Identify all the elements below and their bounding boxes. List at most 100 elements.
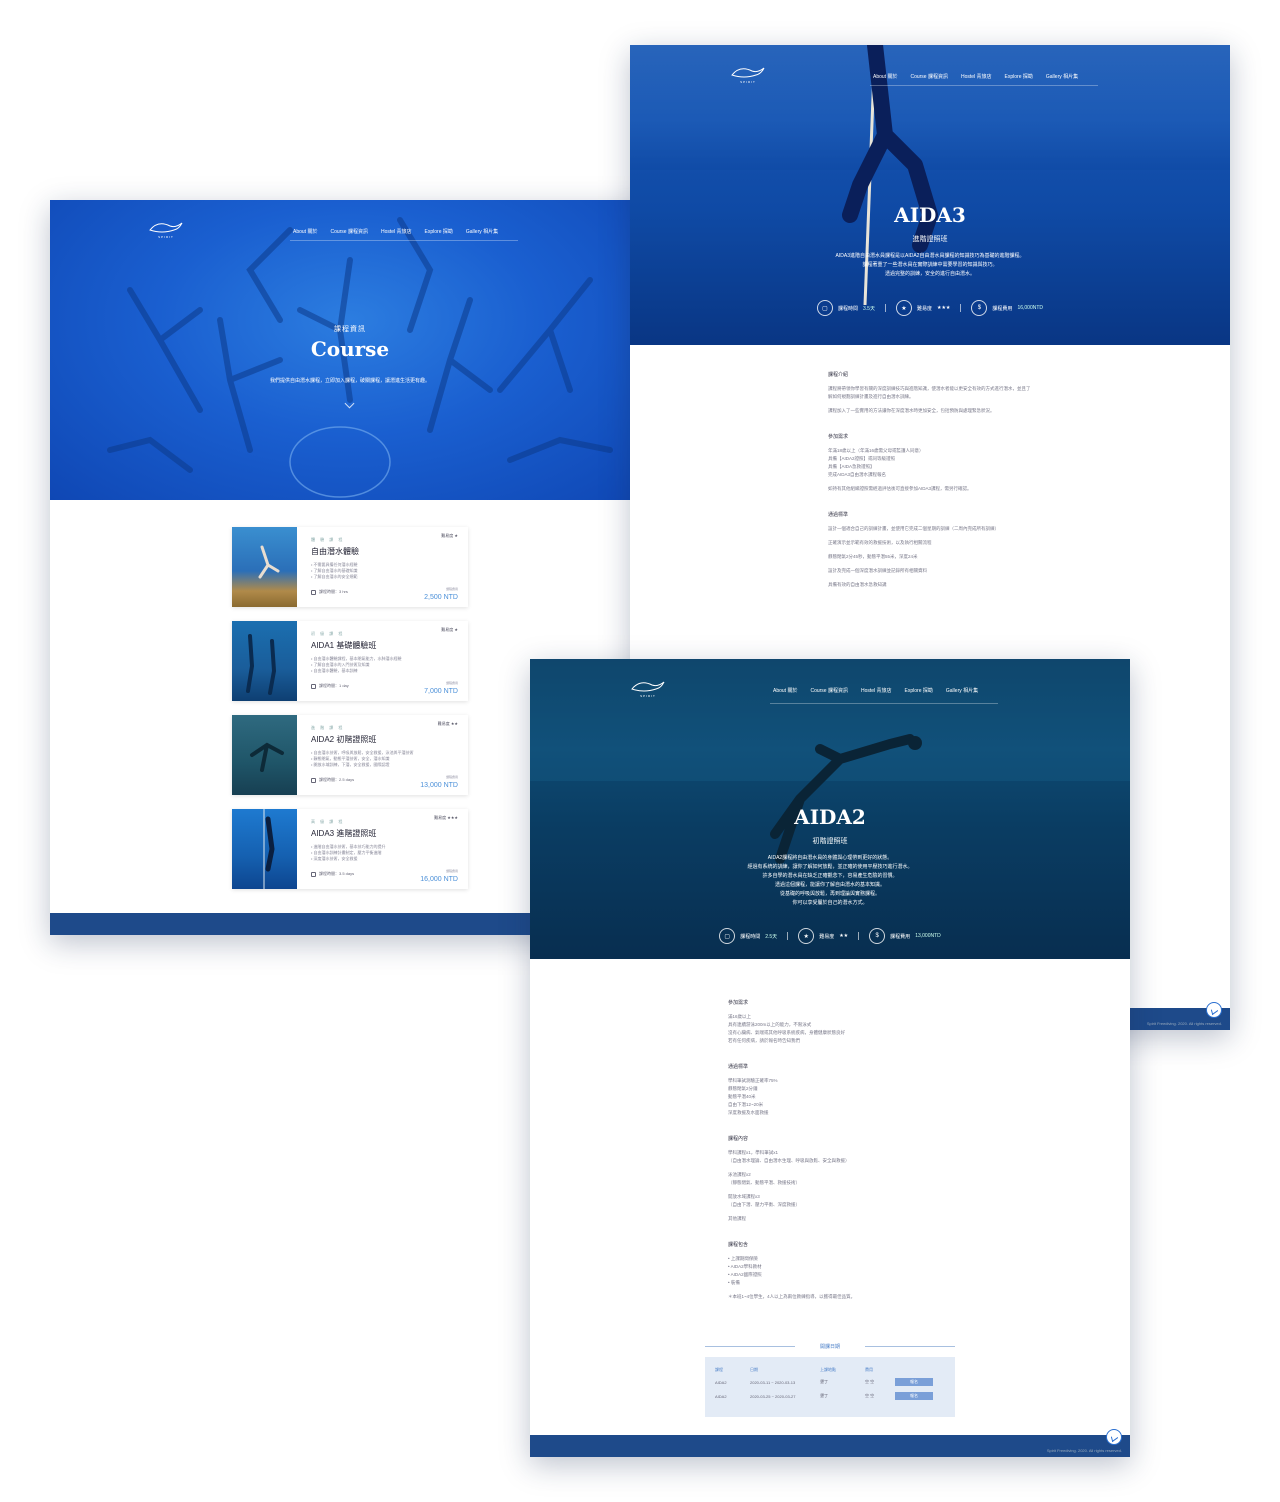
card-kicker: 初 級 課 程: [311, 631, 345, 636]
card-bullets: 自由潛水體驗課程，基本閉氣能力，水肺潛水經驗 了解自由潛水的入門技術及知識 自由…: [311, 656, 458, 674]
course-hero-text: 課程資訊 Course 我們提供自由潛水課程，立即加入課程，破關課程，讓潛進生活…: [50, 324, 650, 384]
section-text: 泳池課程x2: [728, 1172, 751, 1177]
section-text: • 裝備: [728, 1280, 740, 1285]
copyright: Spirit Freediving. 2020. All rights rese…: [1046, 1448, 1122, 1453]
nav-about[interactable]: About 關於: [873, 73, 897, 80]
nav-explore[interactable]: Explore 探勘: [425, 228, 453, 235]
section-text: 靜態閉氣2分鐘: [728, 1086, 758, 1091]
aida2-subtitle: 初階證照班: [812, 838, 848, 845]
divider: [858, 932, 860, 940]
nav-course[interactable]: Course 課程資訊: [810, 687, 848, 694]
nav-hostel[interactable]: Hostel 青旅店: [861, 687, 892, 694]
course-kicker: 課程資訊: [334, 326, 366, 333]
stat-duration: ▢ 課程時間 2.5天: [719, 928, 777, 944]
aida3-stats: ▢ 課程時間 3.5天 ★ 難易度 ★★★ $ 課程費用 16,000NTD: [630, 300, 1230, 316]
section-text: 課程加入了一些實用的方法讓你在深度潛水時更加安全，包括預防與處理緊急狀況。: [828, 408, 995, 413]
card-title: AIDA2 初階證照班: [311, 735, 377, 744]
card-image: [232, 621, 297, 701]
logo[interactable]: SPIRIT: [630, 679, 666, 698]
nav-course[interactable]: Course 課程資訊: [330, 228, 368, 235]
aida2-title: AIDA2: [794, 805, 866, 829]
card-image: [232, 527, 297, 607]
aida3-hero-text: AIDA3 進階證照班 AIDA3進階自由潛水員課程是以AIDA2自由潛水員課程…: [630, 203, 1230, 279]
whale-logo-icon: [149, 222, 183, 233]
course-card[interactable]: 初 級 課 程 難易度 ★ AIDA1 基礎體驗班 自由潛水體驗課程，基本閉氣能…: [232, 621, 468, 701]
section-heading: 參加需求: [728, 1000, 749, 1006]
card-bullet: 深度潛水技術，安全救援: [311, 856, 458, 862]
nav-hostel[interactable]: Hostel 青旅店: [961, 73, 992, 80]
section-text: 動態平潛40米: [728, 1094, 756, 1099]
section-text: 靜態閉氣2分45秒，動態平潛55米，深度24米: [828, 554, 918, 559]
section-text: （自由潛水理論、自由潛水生理、呼吸與放鬆、安全與救援）: [728, 1158, 850, 1163]
section-text: （靜態閉氣、動態平潛、救援技術）: [728, 1180, 800, 1185]
card-bullet: 自由潛水體驗，基本訓練: [311, 668, 458, 674]
section-text: 如持有其他組織證照需經過評估後可直接參加AIDA3課程，需另行確認。: [828, 486, 972, 491]
section-text: 完成AIDA3自由潛水課程報名: [828, 472, 887, 477]
section-text: • 上課期間保險: [728, 1256, 758, 1261]
nav-course[interactable]: Course 課程資訊: [910, 73, 948, 80]
nav-hostel[interactable]: Hostel 青旅店: [381, 228, 412, 235]
dollar-icon: $: [869, 928, 886, 944]
main-nav: About 關於 Course 課程資訊 Hostel 青旅店 Explore …: [773, 687, 978, 694]
star-icon: ★: [895, 300, 912, 316]
card-level: 難易度 ★★★: [434, 815, 458, 820]
section-text: 開放水域課程x3: [728, 1194, 760, 1199]
main-nav: About 關於 Course 課程資訊 Hostel 青旅店 Explore …: [873, 73, 1078, 80]
section-text: 滿16歲以上: [728, 1014, 752, 1019]
section-text: • AIDA2學科教材: [728, 1264, 762, 1269]
section-text: 具有連續游泳200m以上的能力，不限泳式: [728, 1022, 812, 1027]
aida2-hero-text: AIDA2 初階證照班 AIDA2課程將自由潛水員的身體與心理帶到更好的狀態。 …: [530, 805, 1130, 908]
course-hero: SPIRIT About 關於 Course 課程資訊 Hostel 青旅店 E…: [50, 200, 650, 500]
logo[interactable]: SPIRIT: [148, 220, 184, 239]
schedule-title: 開課日期: [705, 1343, 955, 1350]
nav-divider: [870, 85, 1098, 86]
card-image: [232, 809, 297, 889]
course-card[interactable]: 進 階 課 程 難易度 ★★ AIDA2 初階證照班 自由潛水技術，呼吸與放鬆，…: [232, 715, 468, 795]
main-nav: About 關於 Course 課程資訊 Hostel 青旅店 Explore …: [293, 228, 498, 235]
stat-level: ★ 難易度 ★★★: [895, 300, 950, 316]
section-heading: 課程介紹: [828, 372, 849, 378]
card-bullet: 開放水域訓練，下潛，安全救援，國際認證: [311, 762, 458, 768]
schedule-table: 課程 日期 上課地點 費用 AIDA2 2020-03-11 ~ 2020-03…: [705, 1357, 955, 1417]
section-text: 深度救援及水面救援: [728, 1110, 769, 1115]
register-button[interactable]: 報名: [895, 1378, 933, 1386]
nav-explore[interactable]: Explore 探勘: [905, 687, 933, 694]
logo[interactable]: SPIRIT: [730, 65, 766, 84]
card-price: 7,000 NTD: [424, 688, 458, 695]
section-text: 課程將帶領你學習有關的深度訓練技巧與進階知識，使潛水者能以更安全有效的方式進行潛…: [828, 386, 1031, 399]
section-heading: 通過標準: [828, 512, 849, 518]
calendar-icon: ▢: [719, 928, 736, 944]
nav-about[interactable]: About 關於: [293, 228, 317, 235]
course-card[interactable]: 高 級 課 程 難易度 ★★★ AIDA3 進階證照班 進階自由潛水技術，基本技…: [232, 809, 468, 889]
aida2-page: SPIRIT About 關於 Course 課程資訊 Hostel 青旅店 E…: [530, 659, 1130, 1457]
nav-gallery[interactable]: Gallery 相片集: [1046, 73, 1078, 80]
card-price-label: 課程費用: [445, 775, 458, 779]
nav-gallery[interactable]: Gallery 相片集: [466, 228, 498, 235]
divider: [960, 304, 962, 312]
divider: [884, 304, 886, 312]
nav-gallery[interactable]: Gallery 相片集: [946, 687, 978, 694]
section-text: 具備有效的自由潛水急救知識: [828, 582, 887, 587]
course-card[interactable]: 體 驗 課 程 難易度 ★ 自由潛水體驗 不需要具備任何潛水經驗 了解自由潛水的…: [232, 527, 468, 607]
card-duration: 課程時間：3.5 days: [311, 871, 354, 877]
messenger-icon[interactable]: [1106, 1429, 1122, 1445]
section-heading: 課程內容: [728, 1136, 749, 1142]
section-text: • AIDA2國際證照: [728, 1272, 762, 1277]
divider: [787, 932, 789, 940]
card-kicker: 進 階 課 程: [311, 725, 345, 730]
messenger-icon[interactable]: [1206, 1002, 1222, 1018]
card-price-label: 課程費用: [445, 869, 458, 873]
stat-price: $ 課程費用 16,000NTD: [971, 300, 1043, 316]
nav-explore[interactable]: Explore 探勘: [1005, 73, 1033, 80]
register-button[interactable]: 報名: [895, 1392, 933, 1400]
card-kicker: 體 驗 課 程: [311, 537, 345, 542]
copyright: Spirit Freediving. 2020. All rights rese…: [1146, 1021, 1222, 1026]
calendar-icon: ▢: [816, 300, 833, 316]
schedule-header: 課程 日期 上課地點 費用: [715, 1367, 873, 1372]
whale-logo-icon: [631, 681, 665, 692]
card-image: [232, 715, 297, 795]
section-text: 設計及完成一個深度潛水訓練並記錄所有相關資料: [828, 568, 927, 573]
stat-duration: ▢ 課程時間 3.5天: [816, 300, 875, 316]
aida3-title: AIDA3: [894, 203, 966, 227]
nav-about[interactable]: About 關於: [773, 687, 797, 694]
